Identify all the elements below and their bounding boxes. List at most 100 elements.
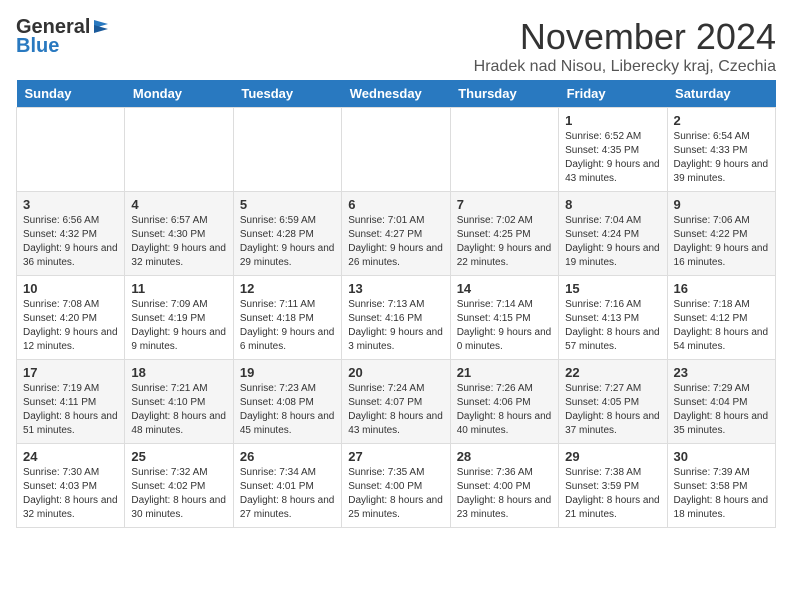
location-subtitle: Hradek nad Nisou, Liberecky kraj, Czechi… [474,58,776,76]
day-cell: 15Sunrise: 7:16 AM Sunset: 4:13 PM Dayli… [559,276,667,360]
day-cell: 21 Sunrise: 7:26 AM Sunset: 4:06 PM Dayli… [450,360,558,444]
day-number: 18 [131,365,226,380]
day-cell: 9Sunrise: 7:06 AM Sunset: 4:22 PM Daylig… [667,192,775,276]
day-cell: 6 Sunrise: 7:01 AM Sunset: 4:27 PM Daylig… [342,192,450,276]
day-number: 3 [23,197,118,212]
day-number: 28 [457,449,552,464]
day-cell: 27Sunrise: 7:35 AM Sunset: 4:00 PM Dayli… [342,444,450,528]
day-info: Sunrise: 7:38 AM Sunset: 3:59 PM Dayligh… [565,466,660,522]
day-cell [125,108,233,192]
day-number: 1 [565,113,660,128]
header-friday: Friday [559,80,667,108]
day-number: 13 [348,281,443,296]
day-cell: 18 Sunrise: 7:21 AM Sunset: 4:10 PM Dayli… [125,360,233,444]
day-number: 4 [131,197,226,212]
day-number: 5 [240,197,335,212]
day-info: Sunrise: 7:23 AM Sunset: 4:08 PM Dayligh… [240,382,335,438]
calendar-body: 1 Sunrise: 6:52 AM Sunset: 4:35 PM Daylig… [17,108,776,528]
day-cell: 28 Sunrise: 7:36 AM Sunset: 4:00 PM Dayli… [450,444,558,528]
day-number: 24 [23,449,118,464]
day-cell: 11 Sunrise: 7:09 AM Sunset: 4:19 PM Dayli… [125,276,233,360]
day-info: Sunrise: 7:14 AM Sunset: 4:15 PM Dayligh… [457,298,552,354]
day-cell: 26 Sunrise: 7:34 AM Sunset: 4:01 PM Dayli… [233,444,341,528]
day-info: Sunrise: 7:18 AM Sunset: 4:12 PM Dayligh… [674,298,769,354]
header-row: SundayMondayTuesdayWednesdayThursdayFrid… [17,80,776,108]
day-info: Sunrise: 7:02 AM Sunset: 4:25 PM Dayligh… [457,214,552,270]
day-cell: 1 Sunrise: 6:52 AM Sunset: 4:35 PM Daylig… [559,108,667,192]
day-number: 16 [674,281,769,296]
day-cell: 20 Sunrise: 7:24 AM Sunset: 4:07 PM Dayli… [342,360,450,444]
day-info: Sunrise: 6:54 AM Sunset: 4:33 PM Dayligh… [674,130,769,186]
day-cell: 13 Sunrise: 7:13 AM Sunset: 4:16 PM Dayli… [342,276,450,360]
day-info: Sunrise: 7:13 AM Sunset: 4:16 PM Dayligh… [348,298,443,354]
day-cell: 22 Sunrise: 7:27 AM Sunset: 4:05 PM Dayli… [559,360,667,444]
week-row-0: 1 Sunrise: 6:52 AM Sunset: 4:35 PM Daylig… [17,108,776,192]
day-info: Sunrise: 7:19 AM Sunset: 4:11 PM Dayligh… [23,382,118,438]
day-number: 10 [23,281,118,296]
day-number: 11 [131,281,226,296]
day-number: 6 [348,197,443,212]
day-cell: 2 Sunrise: 6:54 AM Sunset: 4:33 PM Daylig… [667,108,775,192]
day-number: 22 [565,365,660,380]
week-row-1: 3 Sunrise: 6:56 AM Sunset: 4:32 PM Daylig… [17,192,776,276]
day-cell: 8Sunrise: 7:04 AM Sunset: 4:24 PM Daylig… [559,192,667,276]
day-info: Sunrise: 7:39 AM Sunset: 3:58 PM Dayligh… [674,466,769,522]
day-info: Sunrise: 7:26 AM Sunset: 4:06 PM Dayligh… [457,382,552,438]
day-info: Sunrise: 6:57 AM Sunset: 4:30 PM Dayligh… [131,214,226,270]
week-row-4: 24 Sunrise: 7:30 AM Sunset: 4:03 PM Dayli… [17,444,776,528]
header: General Blue November 2024 Hradek nad Ni… [16,16,776,76]
day-cell: 29 Sunrise: 7:38 AM Sunset: 3:59 PM Dayli… [559,444,667,528]
day-info: Sunrise: 7:30 AM Sunset: 4:03 PM Dayligh… [23,466,118,522]
day-cell [233,108,341,192]
day-info: Sunrise: 7:24 AM Sunset: 4:07 PM Dayligh… [348,382,443,438]
day-info: Sunrise: 7:11 AM Sunset: 4:18 PM Dayligh… [240,298,335,354]
logo: General Blue [16,16,110,58]
day-number: 21 [457,365,552,380]
day-number: 25 [131,449,226,464]
day-info: Sunrise: 7:34 AM Sunset: 4:01 PM Dayligh… [240,466,335,522]
day-number: 8 [565,197,660,212]
day-cell [450,108,558,192]
day-number: 29 [565,449,660,464]
week-row-3: 17 Sunrise: 7:19 AM Sunset: 4:11 PM Dayli… [17,360,776,444]
day-number: 12 [240,281,335,296]
day-number: 26 [240,449,335,464]
day-info: Sunrise: 7:32 AM Sunset: 4:02 PM Dayligh… [131,466,226,522]
day-number: 20 [348,365,443,380]
day-number: 2 [674,113,769,128]
header-saturday: Saturday [667,80,775,108]
day-info: Sunrise: 7:16 AM Sunset: 4:13 PM Dayligh… [565,298,660,354]
day-number: 17 [23,365,118,380]
day-cell: 3 Sunrise: 6:56 AM Sunset: 4:32 PM Daylig… [17,192,125,276]
day-info: Sunrise: 7:08 AM Sunset: 4:20 PM Dayligh… [23,298,118,354]
month-title: November 2024 [474,16,776,58]
day-number: 19 [240,365,335,380]
header-monday: Monday [125,80,233,108]
day-info: Sunrise: 7:21 AM Sunset: 4:10 PM Dayligh… [131,382,226,438]
day-info: Sunrise: 7:09 AM Sunset: 4:19 PM Dayligh… [131,298,226,354]
day-info: Sunrise: 7:01 AM Sunset: 4:27 PM Dayligh… [348,214,443,270]
title-area: November 2024 Hradek nad Nisou, Libereck… [474,16,776,76]
day-info: Sunrise: 7:29 AM Sunset: 4:04 PM Dayligh… [674,382,769,438]
day-info: Sunrise: 7:27 AM Sunset: 4:05 PM Dayligh… [565,382,660,438]
day-number: 9 [674,197,769,212]
day-cell: 17 Sunrise: 7:19 AM Sunset: 4:11 PM Dayli… [17,360,125,444]
day-number: 27 [348,449,443,464]
week-row-2: 10 Sunrise: 7:08 AM Sunset: 4:20 PM Dayli… [17,276,776,360]
day-cell: 7Sunrise: 7:02 AM Sunset: 4:25 PM Daylig… [450,192,558,276]
day-cell: 12 Sunrise: 7:11 AM Sunset: 4:18 PM Dayli… [233,276,341,360]
header-tuesday: Tuesday [233,80,341,108]
day-info: Sunrise: 6:59 AM Sunset: 4:28 PM Dayligh… [240,214,335,270]
day-cell: 16 Sunrise: 7:18 AM Sunset: 4:12 PM Dayli… [667,276,775,360]
day-info: Sunrise: 6:52 AM Sunset: 4:35 PM Dayligh… [565,130,660,186]
day-info: Sunrise: 7:36 AM Sunset: 4:00 PM Dayligh… [457,466,552,522]
day-cell: 24 Sunrise: 7:30 AM Sunset: 4:03 PM Dayli… [17,444,125,528]
day-number: 14 [457,281,552,296]
day-number: 30 [674,449,769,464]
day-cell [17,108,125,192]
day-info: Sunrise: 6:56 AM Sunset: 4:32 PM Dayligh… [23,214,118,270]
header-thursday: Thursday [450,80,558,108]
day-cell: 25 Sunrise: 7:32 AM Sunset: 4:02 PM Dayli… [125,444,233,528]
day-cell: 30 Sunrise: 7:39 AM Sunset: 3:58 PM Dayli… [667,444,775,528]
day-cell [342,108,450,192]
